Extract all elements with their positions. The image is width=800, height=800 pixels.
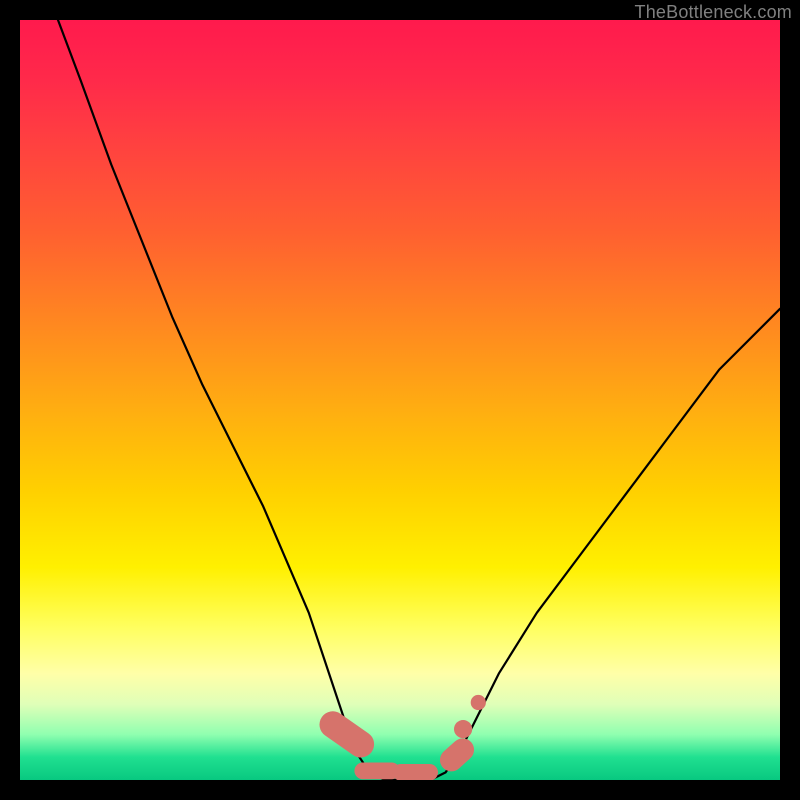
watermark-text: TheBottleneck.com <box>635 2 792 23</box>
chart-marker <box>392 764 438 780</box>
chart-marker <box>314 706 379 763</box>
chart-marker <box>471 695 486 710</box>
chart-frame: TheBottleneck.com <box>0 0 800 800</box>
chart-plot-area <box>20 20 780 780</box>
chart-svg <box>20 20 780 780</box>
chart-marker <box>435 734 478 776</box>
chart-curve <box>58 20 780 780</box>
chart-marker <box>454 720 472 738</box>
